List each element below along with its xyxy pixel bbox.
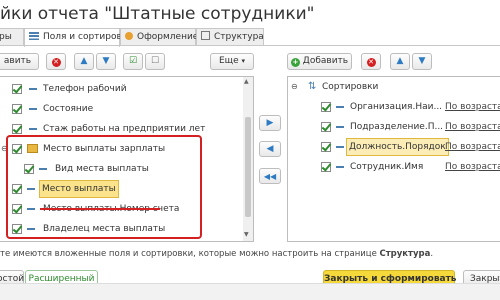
structure-icon — [201, 31, 210, 40]
tab-structure-label: Структура — [214, 32, 264, 42]
field-icon — [29, 88, 37, 90]
sort-order[interactable]: По возрастан — [445, 137, 500, 157]
field-checkbox[interactable] — [12, 124, 22, 134]
sort-field: Сотрудник.Имя — [350, 162, 424, 172]
sort-row[interactable]: Сотрудник.Имя По возрастан — [288, 157, 500, 177]
field-checkbox[interactable] — [12, 104, 22, 114]
arrow-up-icon: ▲ — [80, 56, 88, 66]
sort-order[interactable]: По возрастан — [445, 97, 500, 117]
chevron-down-icon: ▾ — [241, 57, 246, 65]
tab-params-label: ры — [0, 32, 12, 42]
hint-suffix: . — [430, 249, 434, 259]
arrow-down-icon: ▼ — [418, 56, 426, 66]
window-title: йки отчета "Штатные сотрудники" — [0, 0, 500, 28]
sorting-root[interactable]: ⊖ ⇅ Сортировки — [288, 77, 500, 97]
tree-row[interactable]: Телефон рабочий — [0, 79, 239, 99]
sort-row[interactable]: Организация.Наи... По возрастан — [288, 97, 500, 117]
sort-up-button[interactable]: ▲ — [390, 53, 410, 70]
fields-tab-icon — [29, 32, 39, 40]
sort-field: Должность.Порядок — [346, 138, 449, 156]
hint-prefix: те имеются вложенные поля и сортировки, … — [0, 249, 380, 259]
add-sort-label: Добавить — [302, 56, 349, 66]
more-label: Еще — [218, 56, 239, 66]
tree-row[interactable]: Состояние — [0, 99, 239, 119]
scroll-down-icon[interactable]: ▼ — [244, 231, 249, 238]
field-label: Телефон рабочий — [43, 84, 127, 94]
sort-field: Подразделение.П... — [350, 122, 444, 132]
check-all-button[interactable]: ☑ — [123, 53, 143, 70]
field-icon — [29, 128, 37, 130]
sort-row[interactable]: Подразделение.П... По возрастан — [288, 117, 500, 137]
field-icon — [29, 108, 37, 110]
sort-icon: ⇅ — [308, 81, 317, 92]
tab-params[interactable]: ры — [0, 28, 24, 46]
delete-field-button[interactable]: ✕ — [46, 53, 66, 70]
plus-icon: + — [290, 58, 300, 67]
sorting-root-label: Сортировки — [322, 82, 379, 92]
sort-checkbox[interactable] — [321, 122, 331, 132]
structure-link[interactable]: Структура — [380, 249, 431, 259]
double-arrow-left-icon: ◀◀ — [263, 172, 277, 181]
field-icon — [336, 106, 344, 108]
tab-divider — [0, 45, 500, 46]
scrollbar-thumb[interactable] — [245, 117, 251, 217]
tab-bar: ры Поля и сортировки Оформление Структур… — [0, 28, 500, 47]
sort-field: Организация.Наи... — [350, 102, 443, 112]
scrollbar[interactable]: ▲ ▼ — [243, 77, 253, 241]
add-field-label: авить — [3, 56, 32, 66]
tab-appearance-label: Оформление — [137, 32, 199, 42]
sort-order[interactable]: По возрастан — [445, 157, 500, 177]
tab-appearance[interactable]: Оформление — [120, 28, 199, 46]
arrow-down-icon: ▼ — [102, 56, 110, 66]
sort-order[interactable]: По возрастан — [445, 117, 500, 137]
field-icon — [336, 126, 344, 128]
more-button[interactable]: Еще ▾ — [210, 53, 254, 70]
palette-icon — [125, 32, 133, 40]
arrow-left-icon: ◀ — [266, 144, 274, 154]
field-checkbox[interactable] — [12, 84, 22, 94]
collapse-icon[interactable]: ⊖ — [291, 77, 298, 97]
window-bottom-edge — [0, 283, 500, 300]
hint-text: те имеются вложенные поля и сортировки, … — [0, 247, 500, 261]
tab-structure[interactable]: Структура — [196, 28, 264, 46]
move-up-button[interactable]: ▲ — [74, 53, 94, 70]
uncheck-all-icon: ☐ — [150, 56, 160, 66]
annotation-box — [6, 135, 202, 239]
sorting-panel: ⊖ ⇅ Сортировки Организация.Наи... По воз… — [287, 76, 500, 242]
arrow-up-icon: ▲ — [396, 56, 404, 66]
move-left-button[interactable]: ◀ — [259, 141, 281, 157]
sort-down-button[interactable]: ▼ — [412, 53, 432, 70]
delete-icon: ✕ — [366, 58, 376, 67]
field-icon — [336, 146, 344, 148]
move-down-button[interactable]: ▼ — [96, 53, 116, 70]
sort-row-selected[interactable]: Должность.Порядок По возрастан — [288, 137, 500, 157]
sort-checkbox[interactable] — [321, 142, 331, 152]
arrow-right-icon: ▶ — [266, 118, 274, 128]
delete-sort-button[interactable]: ✕ — [361, 53, 381, 70]
add-sort-button[interactable]: + Добавить — [287, 53, 352, 70]
delete-icon: ✕ — [51, 58, 61, 67]
move-right-button[interactable]: ▶ — [259, 115, 281, 131]
annotation-underline — [40, 208, 160, 210]
field-icon — [336, 166, 344, 168]
uncheck-all-button[interactable]: ☐ — [145, 53, 165, 70]
sort-checkbox[interactable] — [321, 102, 331, 112]
sort-checkbox[interactable] — [321, 162, 331, 172]
check-all-icon: ☑ — [128, 56, 138, 66]
move-all-left-button[interactable]: ◀◀ — [259, 168, 281, 184]
window-title-text: йки отчета "Штатные сотрудники" — [0, 4, 315, 24]
add-field-button[interactable]: авить — [0, 53, 39, 70]
field-label: Состояние — [43, 104, 94, 114]
scroll-up-icon[interactable]: ▲ — [244, 78, 249, 85]
